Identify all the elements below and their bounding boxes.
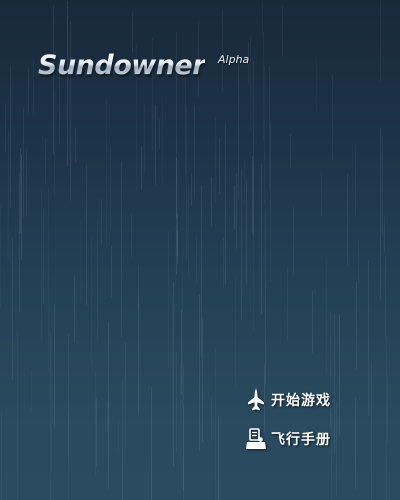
fighter-jet-icon xyxy=(244,387,268,413)
start-game-button[interactable]: 开始游戏 xyxy=(244,385,364,415)
flight-manual-button[interactable]: 飞行手册 xyxy=(244,424,364,454)
game-logo: Sundowner Alpha xyxy=(38,50,298,90)
main-menu: 开始游戏 飞行手册 xyxy=(244,385,364,463)
title-screen: Sundowner Alpha 开始游戏 飞行手册 xyxy=(0,0,400,500)
game-subtitle: Alpha xyxy=(218,53,250,66)
start-game-label: 开始游戏 xyxy=(271,393,331,409)
manual-joystick-icon xyxy=(244,426,268,452)
game-title: Sundowner xyxy=(38,50,206,81)
flight-manual-label: 飞行手册 xyxy=(271,432,331,448)
